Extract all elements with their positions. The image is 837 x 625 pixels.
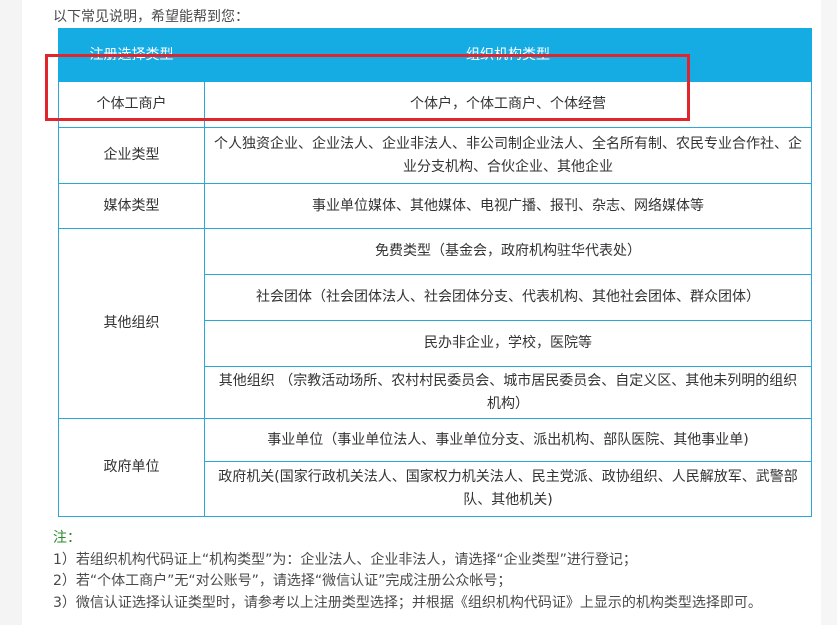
org-cell: 民办非企业，学校，医院等 — [204, 320, 812, 367]
note-line: 3）微信认证选择认证类型时，请参考以上注册类型选择；并根据《组织机构代码证》上显… — [53, 594, 762, 611]
type-cell: 其他组织 — [58, 228, 205, 419]
header-organization-type: 组织机构类型 — [204, 28, 812, 82]
table-row: 企业类型 个人独资企业、企业法人、企业非法人、非公司制企业法人、全名所有制、农民… — [58, 127, 812, 184]
header-registration-type: 注册选择类型 — [58, 28, 205, 82]
left-margin — [0, 0, 22, 625]
type-cell: 政府单位 — [58, 418, 205, 517]
org-cell: 事业单位媒体、其他媒体、电视广播、报刊、杂志、网络媒体等 — [204, 183, 812, 229]
note-line: 1）若组织机构代码证上“机构类型”为：企业法人、企业非法人，请选择“企业类型”进… — [53, 551, 637, 568]
type-cell: 媒体类型 — [58, 183, 205, 229]
notes-section: 注： 1）若组织机构代码证上“机构类型”为：企业法人、企业非法人，请选择“企业类… — [53, 528, 813, 614]
org-cell: 其他组织 （宗教活动场所、农村村民委员会、城市居民委员会、自定义区、其他未列明的… — [204, 366, 812, 419]
right-scroll-area — [821, 0, 837, 625]
table-row: 政府单位 事业单位（事业单位法人、事业单位分支、派出机构、部队医院、其他事业单) — [58, 418, 812, 517]
note-line: 2）若“个体工商户”无“对公账号”，请选择“微信认证”完成注册公众帐号； — [53, 573, 512, 589]
notes-title: 注： — [53, 530, 81, 546]
type-cell: 企业类型 — [58, 127, 205, 184]
org-cell: 事业单位（事业单位法人、事业单位分支、派出机构、部队医院、其他事业单) — [204, 418, 812, 462]
org-cell: 个体户，个体工商户、个体经营 — [204, 81, 812, 128]
table-row: 媒体类型 事业单位媒体、其他媒体、电视广播、报刊、杂志、网络媒体等 — [58, 183, 812, 229]
org-cell: 政府机关(国家行政机关法人、国家权力机关法人、民主党派、政协组织、人民解放军、武… — [204, 461, 812, 517]
org-cell: 社会团体（社会团体法人、社会团体分支、代表机构、其他社会团体、群众团体） — [204, 274, 812, 321]
org-cell: 个人独资企业、企业法人、企业非法人、非公司制企业法人、全名所有制、农民专业合作社… — [204, 127, 812, 184]
registration-type-table: 注册选择类型 组织机构类型 个体工商户 个体户，个体工商户、个体经营 企业类型 … — [58, 28, 812, 517]
table-row: 个体工商户 个体户，个体工商户、个体经营 — [58, 81, 812, 128]
org-cell: 免费类型（基金会，政府机构驻华代表处） — [204, 228, 812, 275]
table-header-row: 注册选择类型 组织机构类型 — [58, 28, 812, 82]
type-cell: 个体工商户 — [58, 81, 205, 128]
intro-text: 以下常见说明，希望能帮到您： — [53, 9, 249, 25]
table-row: 其他组织 免费类型（基金会，政府机构驻华代表处） — [58, 228, 812, 419]
